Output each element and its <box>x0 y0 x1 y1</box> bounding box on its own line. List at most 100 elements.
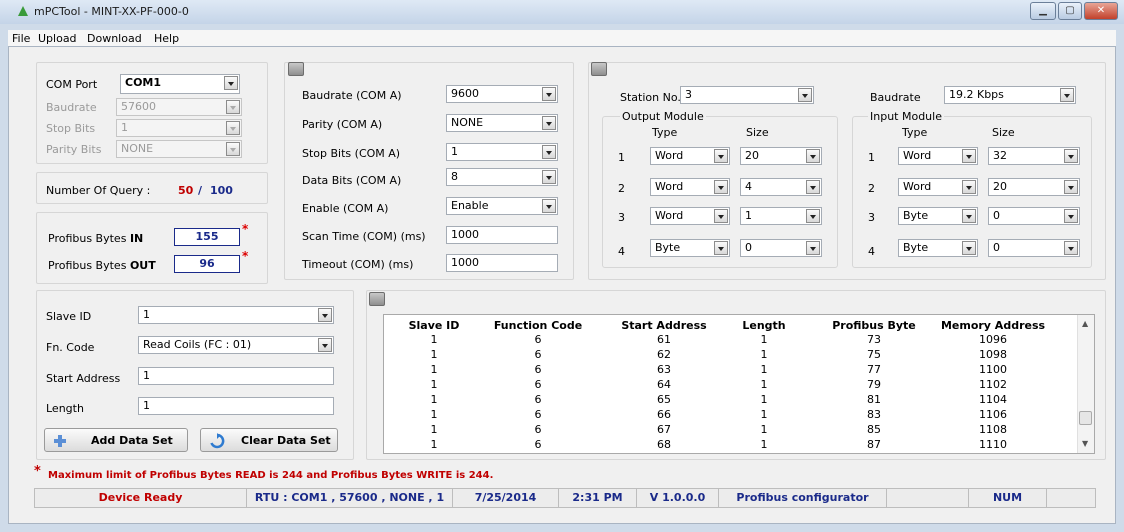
output-type-select[interactable]: Word <box>650 178 730 196</box>
com-a-stop-bits-select[interactable]: 1 <box>446 143 558 161</box>
station-toggle-button[interactable] <box>591 62 607 76</box>
parity-bits-select[interactable]: NONE <box>116 140 242 158</box>
table-cell[interactable]: 1 <box>714 393 814 406</box>
table-cell[interactable]: 1104 <box>934 393 1052 406</box>
dataset-table[interactable]: Slave ID Function Code Start Address Length… <box>383 314 1095 454</box>
table-cell[interactable]: 61 <box>604 333 724 346</box>
baudrate-select[interactable]: 57600 <box>116 98 242 116</box>
menu-help[interactable]: Help <box>154 32 179 45</box>
com-port-select[interactable]: COM1 <box>120 74 240 94</box>
table-cell[interactable]: 6 <box>478 423 598 436</box>
length-input[interactable]: 1 <box>138 397 334 415</box>
table-cell[interactable]: 1 <box>384 363 484 376</box>
table-header-cell[interactable]: Memory Address <box>934 319 1052 332</box>
output-type-select[interactable]: Word <box>650 147 730 165</box>
table-cell[interactable]: 1 <box>714 363 814 376</box>
table-cell[interactable]: 6 <box>478 333 598 346</box>
table-scrollbar[interactable]: ▲ ▼ <box>1077 315 1094 453</box>
table-cell[interactable]: 1 <box>384 393 484 406</box>
table-cell[interactable]: 1108 <box>934 423 1052 436</box>
fn-code-select[interactable]: Read Coils (FC : 01) <box>138 336 334 354</box>
output-size-select[interactable]: 20 <box>740 147 822 165</box>
scroll-thumb[interactable] <box>1079 411 1092 425</box>
com-a-enable-select[interactable]: Enable <box>446 197 558 215</box>
output-size-select[interactable]: 0 <box>740 239 822 257</box>
input-type-select[interactable]: Byte <box>898 207 978 225</box>
table-cell[interactable]: 1 <box>384 348 484 361</box>
input-size-select[interactable]: 0 <box>988 207 1080 225</box>
table-cell[interactable]: 75 <box>814 348 934 361</box>
table-cell[interactable]: 65 <box>604 393 724 406</box>
table-header-cell[interactable]: Profibus Byte <box>814 319 934 332</box>
table-header-cell[interactable]: Length <box>714 319 814 332</box>
table-cell[interactable]: 1 <box>384 408 484 421</box>
start-address-input[interactable]: 1 <box>138 367 334 385</box>
table-header-cell[interactable]: Start Address <box>604 319 724 332</box>
table-cell[interactable]: 85 <box>814 423 934 436</box>
table-cell[interactable]: 1102 <box>934 378 1052 391</box>
table-cell[interactable]: 6 <box>478 408 598 421</box>
table-cell[interactable]: 79 <box>814 378 934 391</box>
menu-download[interactable]: Download <box>87 32 142 45</box>
input-size-select[interactable]: 0 <box>988 239 1080 257</box>
table-cell[interactable]: 87 <box>814 438 934 451</box>
input-type-select[interactable]: Byte <box>898 239 978 257</box>
table-cell[interactable]: 1110 <box>934 438 1052 451</box>
table-cell[interactable]: 1106 <box>934 408 1052 421</box>
table-cell[interactable]: 66 <box>604 408 724 421</box>
table-cell[interactable]: 1 <box>714 423 814 436</box>
table-cell[interactable]: 1 <box>714 333 814 346</box>
table-cell[interactable]: 83 <box>814 408 934 421</box>
minimize-button[interactable]: ▁ <box>1030 2 1056 20</box>
table-cell[interactable]: 68 <box>604 438 724 451</box>
table-cell[interactable]: 67 <box>604 423 724 436</box>
add-data-set-button[interactable]: Add Data Set <box>44 428 188 452</box>
station-baudrate-select[interactable]: 19.2 Kbps <box>944 86 1076 104</box>
com-a-data-bits-select[interactable]: 8 <box>446 168 558 186</box>
scroll-up-icon[interactable]: ▲ <box>1082 319 1088 328</box>
output-type-select[interactable]: Byte <box>650 239 730 257</box>
com-a-toggle-button[interactable] <box>288 62 304 76</box>
table-cell[interactable]: 1 <box>384 333 484 346</box>
input-size-select[interactable]: 32 <box>988 147 1080 165</box>
table-toggle-button[interactable] <box>369 292 385 306</box>
input-type-select[interactable]: Word <box>898 147 978 165</box>
table-cell[interactable]: 1 <box>384 378 484 391</box>
com-a-baudrate-select[interactable]: 9600 <box>446 85 558 103</box>
table-cell[interactable]: 1100 <box>934 363 1052 376</box>
clear-data-set-button[interactable]: Clear Data Set <box>200 428 338 452</box>
station-select[interactable]: 3 <box>680 86 814 104</box>
table-cell[interactable]: 81 <box>814 393 934 406</box>
table-header-cell[interactable]: Slave ID <box>384 319 484 332</box>
menu-file[interactable]: File <box>12 32 30 45</box>
table-cell[interactable]: 1 <box>714 408 814 421</box>
table-cell[interactable]: 6 <box>478 438 598 451</box>
table-cell[interactable]: 1096 <box>934 333 1052 346</box>
table-cell[interactable]: 6 <box>478 348 598 361</box>
table-cell[interactable]: 1 <box>714 438 814 451</box>
slave-id-select[interactable]: 1 <box>138 306 334 324</box>
output-size-select[interactable]: 1 <box>740 207 822 225</box>
com-a-timeout-input[interactable]: 1000 <box>446 254 558 272</box>
com-a-scan-time-input[interactable]: 1000 <box>446 226 558 244</box>
table-cell[interactable]: 1 <box>714 378 814 391</box>
output-size-select[interactable]: 4 <box>740 178 822 196</box>
input-size-select[interactable]: 20 <box>988 178 1080 196</box>
input-type-select[interactable]: Word <box>898 178 978 196</box>
table-cell[interactable]: 1098 <box>934 348 1052 361</box>
close-button[interactable]: ✕ <box>1084 2 1118 20</box>
table-cell[interactable]: 1 <box>714 348 814 361</box>
com-a-parity-select[interactable]: NONE <box>446 114 558 132</box>
table-cell[interactable]: 6 <box>478 363 598 376</box>
menu-upload[interactable]: Upload <box>38 32 77 45</box>
table-cell[interactable]: 1 <box>384 423 484 436</box>
maximize-button[interactable]: ▢ <box>1058 2 1082 20</box>
table-cell[interactable]: 77 <box>814 363 934 376</box>
table-cell[interactable]: 63 <box>604 363 724 376</box>
stop-bits-select[interactable]: 1 <box>116 119 242 137</box>
table-cell[interactable]: 73 <box>814 333 934 346</box>
table-cell[interactable]: 62 <box>604 348 724 361</box>
scroll-down-icon[interactable]: ▼ <box>1082 439 1088 448</box>
table-cell[interactable]: 6 <box>478 378 598 391</box>
table-header-cell[interactable]: Function Code <box>478 319 598 332</box>
